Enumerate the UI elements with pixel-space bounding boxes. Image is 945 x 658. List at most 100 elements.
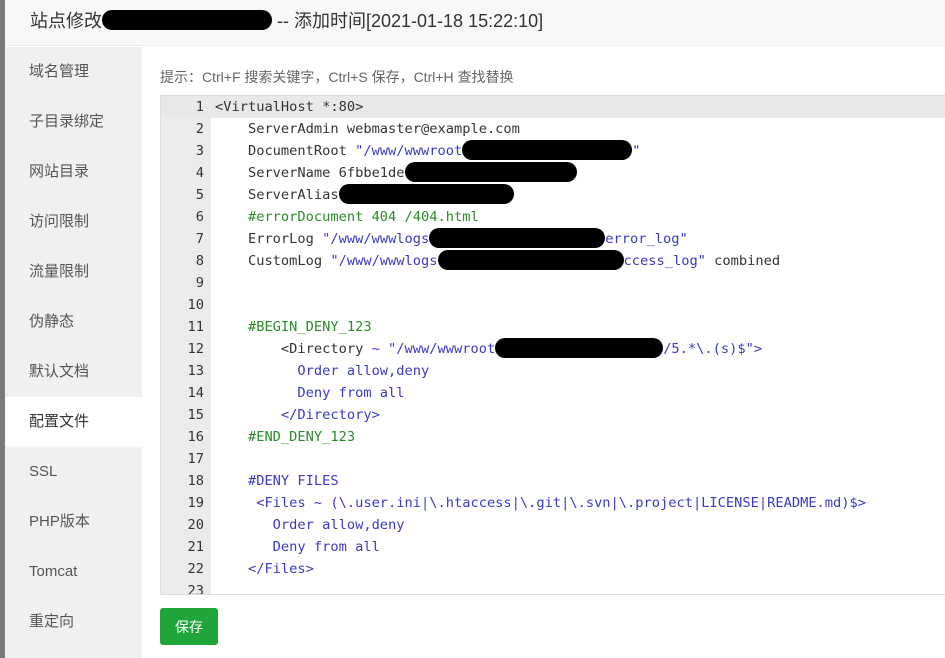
sidebar-item[interactable]: 默认文档 xyxy=(5,347,142,397)
code-token: ServerAlias xyxy=(215,187,339,203)
code-line: 2 ServerAdmin webmaster@example.com xyxy=(161,118,945,140)
code-text: Deny from all xyxy=(215,536,380,558)
code-text: #DENY FILES xyxy=(215,470,339,492)
code-text: #END_DENY_123 xyxy=(215,426,355,448)
line-number: 9 xyxy=(195,275,204,291)
code-text: CustomLog "/www/wwwlogs ccess_log" combin… xyxy=(215,250,780,272)
line-number: 19 xyxy=(187,495,204,511)
code-line: 7 ErrorLog "/www/wwwlogs error_log" xyxy=(161,228,945,250)
code-token: Order allow,deny xyxy=(215,363,430,379)
code-token: </Directory> xyxy=(215,407,380,423)
redaction xyxy=(429,228,606,248)
code-token: </Files> xyxy=(215,561,314,577)
sidebar-item[interactable]: Tomcat xyxy=(5,547,142,597)
code-line: 4 ServerName 6fbbe1de xyxy=(161,162,945,184)
code-text: Order allow,deny xyxy=(215,514,405,536)
dialog-title: 站点修改 -- 添加时间[2021-01-18 15:22:10] xyxy=(5,0,945,46)
code-line: 11 #BEGIN_DENY_123 xyxy=(161,316,945,338)
line-number: 11 xyxy=(187,319,204,335)
code-text: #BEGIN_DENY_123 xyxy=(215,316,372,338)
sidebar-item[interactable]: SSL xyxy=(5,447,142,497)
line-number: 20 xyxy=(187,517,204,533)
line-number: 23 xyxy=(187,583,204,595)
code-token: " xyxy=(632,143,641,159)
code-token: /5.*\.(s)$"> xyxy=(663,341,763,357)
line-number: 5 xyxy=(195,187,204,203)
code-token: <Files ~ (\.user.ini|\.htaccess|\.git|\.… xyxy=(215,495,867,511)
code-text: </Files> xyxy=(215,558,314,580)
code-line: 8 CustomLog "/www/wwwlogs ccess_log" comb… xyxy=(161,250,945,272)
sidebar-item[interactable]: 网站目录 xyxy=(5,147,142,197)
save-button[interactable]: 保存 xyxy=(160,608,218,645)
code-line: 23 xyxy=(161,580,945,595)
hint-text: 提示：Ctrl+F 搜索关键字，Ctrl+S 保存，Ctrl+H 查找替换 xyxy=(160,69,514,85)
line-number: 13 xyxy=(187,363,204,379)
code-text: ServerAlias xyxy=(215,184,514,206)
code-line: 10 xyxy=(161,294,945,316)
line-number: 17 xyxy=(187,451,204,467)
code-token: #DENY FILES xyxy=(215,473,339,489)
main-panel: 提示：Ctrl+F 搜索关键字，Ctrl+S 保存，Ctrl+H 查找替换 1 <… xyxy=(142,47,945,658)
code-token: ServerAdmin webmaster@example.com xyxy=(215,121,520,137)
line-number: 10 xyxy=(187,297,204,313)
sidebar-item[interactable]: 访问限制 xyxy=(5,197,142,247)
code-token: error_log" xyxy=(605,231,688,247)
line-number: 14 xyxy=(187,385,204,401)
sidebar-item[interactable]: 配置文件 xyxy=(5,397,142,447)
line-number: 7 xyxy=(195,231,204,247)
code-token: "/www/wwwlogs xyxy=(330,253,438,269)
code-token: "/www/wwwlogs xyxy=(322,231,430,247)
code-token: ErrorLog xyxy=(215,231,323,247)
code-token: Deny from all xyxy=(215,385,405,401)
sidebar-item[interactable]: 流量限制 xyxy=(5,247,142,297)
redaction xyxy=(338,184,514,204)
sidebar-item[interactable]: 域名管理 xyxy=(5,47,142,97)
line-number: 22 xyxy=(187,561,204,577)
sidebar-item[interactable]: 子目录绑定 xyxy=(5,97,142,147)
sidebar-item[interactable]: 伪静态 xyxy=(5,297,142,347)
code-text: Deny from all xyxy=(215,382,405,404)
redaction xyxy=(437,250,624,270)
code-line: 14 Deny from all xyxy=(161,382,945,404)
code-text: <VirtualHost *:80> xyxy=(215,96,363,118)
code-line: 22 </Files> xyxy=(161,558,945,580)
code-line: 15 </Directory> xyxy=(161,404,945,426)
code-text: ErrorLog "/www/wwwlogs error_log" xyxy=(215,228,688,250)
code-token: ccess_log" xyxy=(623,253,706,269)
code-token: #BEGIN_DENY_123 xyxy=(215,319,372,335)
code-text: <Directory ~ "/www/wwwroot/5.*\.(s)$"> xyxy=(215,338,762,360)
code-token: #END_DENY_123 xyxy=(215,429,356,445)
line-number: 18 xyxy=(187,473,204,489)
code-line: 19 <Files ~ (\.user.ini|\.htaccess|\.git… xyxy=(161,492,945,514)
code-line: 16 #END_DENY_123 xyxy=(161,426,945,448)
redaction xyxy=(102,10,272,31)
line-number: 2 xyxy=(195,121,204,137)
code-line: 18 #DENY FILES xyxy=(161,470,945,492)
code-token: Deny from all xyxy=(215,539,380,555)
code-token: #errorDocument 404 /404.html xyxy=(215,209,479,225)
code-token: CustomLog xyxy=(215,253,331,269)
line-number: 16 xyxy=(187,429,204,445)
code-token: <VirtualHost *:80> xyxy=(215,99,364,115)
code-text: #errorDocument 404 /404.html xyxy=(215,206,479,228)
line-number: 3 xyxy=(195,143,204,159)
code-editor[interactable]: 1 <VirtualHost *:80> 2 ServerAdmin webmast… xyxy=(160,95,945,595)
code-line: 5 ServerAlias xyxy=(161,184,945,206)
line-number: 4 xyxy=(195,165,204,181)
sidebar-item[interactable]: PHP版本 xyxy=(5,497,142,547)
code-text: ServerAdmin webmaster@example.com xyxy=(215,118,520,140)
sidebar: 域名管理 子目录绑定 网站目录 访问限制 流量限制 伪静态 默认文档 配置文件 SSL PHP版本… xyxy=(5,47,142,658)
code-token: DocumentRoot xyxy=(215,143,356,159)
title-suffix: -- 添加时间[2021-01-18 15:22:10] xyxy=(272,11,544,31)
line-number: 15 xyxy=(187,407,204,423)
code-line: 20 Order allow,deny xyxy=(161,514,945,536)
code-line: 1 <VirtualHost *:80> xyxy=(161,96,945,118)
code-token: ~ "/www/wwwroot xyxy=(371,341,496,357)
sidebar-item[interactable]: 重定向 xyxy=(5,597,142,647)
redaction xyxy=(404,162,577,182)
code-token: ServerName 6fbbe1de xyxy=(215,165,405,181)
code-line: 9 xyxy=(161,272,945,294)
code-line: 13 Order allow,deny xyxy=(161,360,945,382)
redaction xyxy=(495,338,664,358)
code-token: "/www/wwwroot xyxy=(355,143,463,159)
